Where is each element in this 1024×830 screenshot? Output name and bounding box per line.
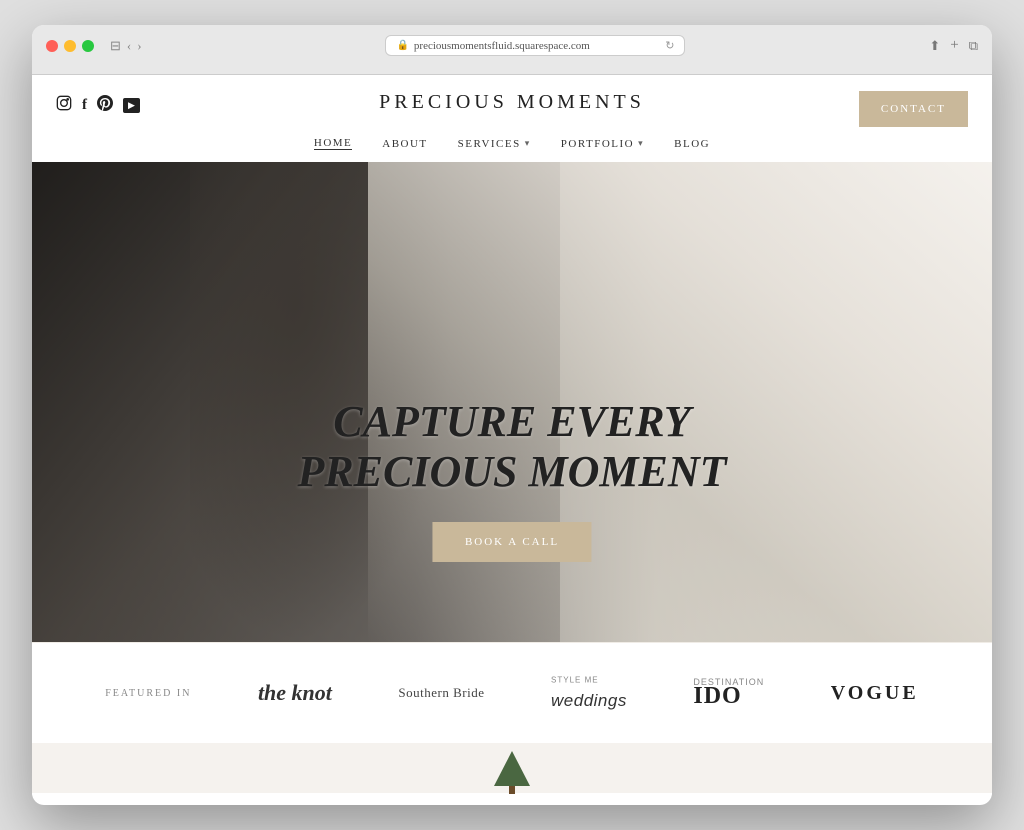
main-navigation: HOME ABOUT SERVICES ▾ PORTFOLIO ▾ BLOG xyxy=(56,127,968,162)
featured-label: FEATURED IN xyxy=(105,688,191,699)
publication-southern-bride: Southern Bride xyxy=(398,685,484,701)
address-bar-container: 🔒 preciousmomentsfluid.squarespace.com ↻ xyxy=(152,35,920,56)
services-chevron-icon: ▾ xyxy=(525,138,531,149)
site-title: PRECIOUS MOMENTS xyxy=(379,91,645,114)
minimize-button[interactable] xyxy=(64,40,76,52)
browser-window: ⊟ ‹ › 🔒 preciousmomentsfluid.squarespace… xyxy=(32,25,992,805)
publication-vogue: VOGUE xyxy=(831,682,919,705)
browser-chrome: ⊟ ‹ › 🔒 preciousmomentsfluid.squarespace… xyxy=(32,25,992,75)
close-button[interactable] xyxy=(46,40,58,52)
nav-about[interactable]: ABOUT xyxy=(382,138,427,150)
portfolio-chevron-icon: ▾ xyxy=(638,138,644,149)
hero-title: CAPTURE EVERY PRECIOUS MOMENT xyxy=(297,397,726,498)
header-top: f ▶ PRECIOUS MOMENTS CONTACT xyxy=(56,91,968,127)
tree-top xyxy=(494,751,530,786)
nav-portfolio[interactable]: PORTFOLIO ▾ xyxy=(561,138,644,150)
publication-weddings: STYLE ME weddings xyxy=(551,675,627,711)
nav-home[interactable]: HOME xyxy=(314,137,352,150)
browser-actions: ⬆ + ⧉ xyxy=(929,37,978,54)
publication-destination-ido: DESTINATION IDO xyxy=(693,677,764,710)
tabs-icon[interactable]: ⧉ xyxy=(969,38,978,54)
hero-content: CAPTURE EVERY PRECIOUS MOMENT BOOK A CAL… xyxy=(297,397,726,562)
site-header: f ▶ PRECIOUS MOMENTS CONTACT HOME xyxy=(32,75,992,162)
traffic-lights xyxy=(46,40,94,52)
window-controls: ⊟ ‹ › xyxy=(110,38,142,54)
forward-button[interactable]: › xyxy=(137,38,141,54)
tree-trunk xyxy=(509,786,515,794)
featured-section: FEATURED IN the knot Southern Bride STYL… xyxy=(32,642,992,743)
url-text: preciousmomentsfluid.squarespace.com xyxy=(414,40,590,52)
pinterest-icon[interactable] xyxy=(97,95,113,116)
facebook-icon[interactable]: f xyxy=(82,97,87,114)
new-tab-icon[interactable]: + xyxy=(950,37,958,54)
social-icons: f ▶ xyxy=(56,91,140,116)
instagram-icon[interactable] xyxy=(56,95,72,116)
publication-theknot: the knot xyxy=(258,680,332,706)
sidebar-icon[interactable]: ⊟ xyxy=(110,38,121,54)
address-bar[interactable]: 🔒 preciousmomentsfluid.squarespace.com ↻ xyxy=(385,35,685,56)
refresh-icon[interactable]: ↻ xyxy=(665,39,674,52)
website-content: f ▶ PRECIOUS MOMENTS CONTACT HOME xyxy=(32,75,992,795)
nav-services[interactable]: SERVICES ▾ xyxy=(458,138,531,150)
lock-icon: 🔒 xyxy=(396,40,408,51)
maximize-button[interactable] xyxy=(82,40,94,52)
browser-tabs xyxy=(46,64,978,74)
book-call-button[interactable]: BOOK A CALL xyxy=(433,522,591,562)
share-icon[interactable]: ⬆ xyxy=(929,38,940,54)
bottom-peek-section xyxy=(32,743,992,793)
tree-decoration xyxy=(492,751,532,791)
contact-button[interactable]: CONTACT xyxy=(859,91,968,127)
back-button[interactable]: ‹ xyxy=(127,38,131,54)
nav-blog[interactable]: BLOG xyxy=(674,138,710,150)
hero-section: CAPTURE EVERY PRECIOUS MOMENT BOOK A CAL… xyxy=(32,162,992,642)
youtube-icon[interactable]: ▶ xyxy=(123,98,140,113)
